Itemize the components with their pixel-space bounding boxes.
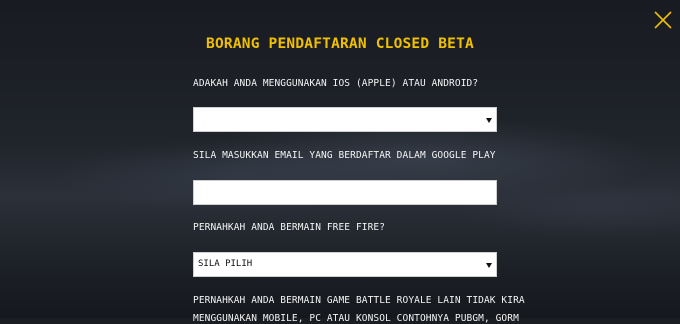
- chevron-down-icon: [486, 263, 492, 268]
- freefire-select-value: SILA PILIH: [198, 259, 253, 269]
- device-select[interactable]: [193, 107, 497, 132]
- email-field[interactable]: [193, 180, 497, 205]
- close-icon: [654, 11, 672, 29]
- question-battle-royale-label-line2: MENGGUNAKAN MOBILE, PC ATAU KONSOL CONTO…: [193, 313, 519, 324]
- question-email-label: SILA MASUKKAN EMAIL YANG BERDAFTAR DALAM…: [193, 150, 496, 161]
- form-title: BORANG PENDAFTARAN CLOSED BETA: [206, 36, 474, 52]
- question-device-label: ADAKAH ANDA MENGGUNAKAN IOS (APPLE) ATAU…: [193, 78, 479, 89]
- close-button[interactable]: [652, 9, 674, 31]
- question-battle-royale-label-line1: PERNAHKAH ANDA BERMAIN GAME BATTLE ROYAL…: [193, 295, 525, 306]
- chevron-down-icon: [486, 118, 492, 123]
- freefire-select[interactable]: SILA PILIH: [193, 252, 497, 277]
- question-freefire-label: PERNAHKAH ANDA BERMAIN FREE FIRE?: [193, 222, 386, 233]
